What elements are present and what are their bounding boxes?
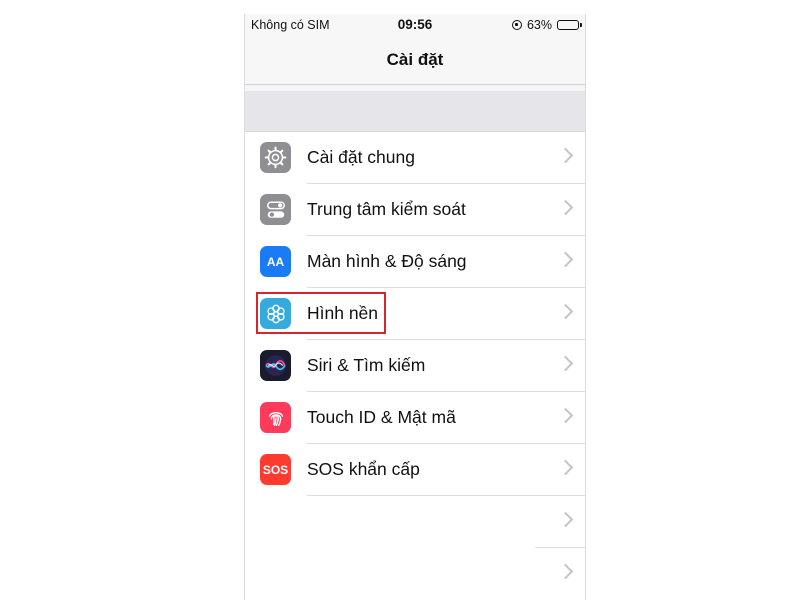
- sos-icon: SOS: [260, 454, 291, 485]
- status-right: 63%: [511, 18, 582, 32]
- settings-item-general[interactable]: Cài đặt chung: [245, 132, 585, 184]
- status-bar: Không có SIM 09:56 63%: [245, 14, 585, 36]
- chevron-right-icon: [557, 459, 574, 476]
- settings-item-label: Màn hình & Độ sáng: [307, 251, 467, 271]
- section-spacer: [245, 91, 585, 131]
- chevron-right-icon: [557, 355, 574, 372]
- settings-item-display-brightness[interactable]: AA Màn hình & Độ sáng: [245, 236, 585, 288]
- settings-item-label: Trung tâm kiểm soát: [307, 199, 466, 219]
- settings-item-siri-search[interactable]: Siri & Tìm kiếm: [245, 340, 585, 392]
- settings-item-label: Siri & Tìm kiếm: [307, 355, 426, 375]
- settings-item-hidden-1[interactable]: [245, 496, 585, 548]
- orientation-lock-icon: [511, 20, 522, 30]
- settings-item-wallpaper[interactable]: Hình nền: [245, 288, 585, 340]
- page-title: Cài đặt: [386, 50, 444, 69]
- settings-item-touch-id-passcode[interactable]: Touch ID & Mật mã: [245, 392, 585, 444]
- chevron-right-icon: [557, 303, 574, 320]
- settings-list: Cài đặt chung Trung tâm kiểm soát AA Màn…: [245, 131, 585, 600]
- settings-item-label: Touch ID & Mật mã: [307, 407, 456, 427]
- chevron-right-icon: [557, 199, 574, 216]
- chevron-right-icon: [557, 147, 574, 164]
- navigation-bar: Cài đặt: [245, 36, 585, 85]
- fingerprint-icon: [260, 402, 291, 433]
- settings-item-hidden-2[interactable]: [245, 548, 585, 600]
- siri-icon: [260, 350, 291, 381]
- chevron-right-icon: [557, 251, 574, 268]
- chevron-right-icon: [557, 407, 574, 424]
- gear-icon: [260, 142, 291, 173]
- wallpaper-icon: [260, 298, 291, 329]
- battery-icon: [557, 20, 582, 30]
- battery-percent: 63%: [526, 18, 552, 32]
- chevron-right-icon: [557, 563, 574, 580]
- display-brightness-icon: AA: [260, 246, 291, 277]
- control-center-icon: [260, 194, 291, 225]
- settings-item-label: SOS khẩn cấp: [307, 459, 420, 479]
- settings-item-label: Hình nền: [307, 303, 379, 323]
- settings-item-control-center[interactable]: Trung tâm kiểm soát: [245, 184, 585, 236]
- phone-screen: Không có SIM 09:56 63% Cài đặt Cài đặt c…: [244, 14, 586, 600]
- settings-item-label: Cài đặt chung: [307, 147, 415, 167]
- settings-item-emergency-sos[interactable]: SOS SOS khẩn cấp: [245, 444, 585, 496]
- chevron-right-icon: [557, 511, 574, 528]
